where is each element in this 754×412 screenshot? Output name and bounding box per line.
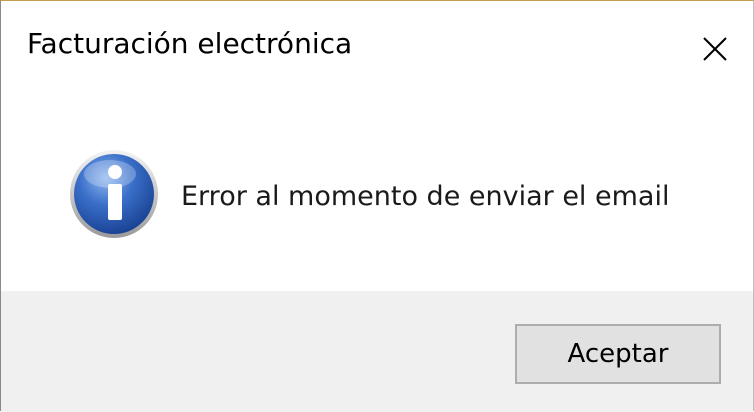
close-icon [703, 37, 727, 61]
title-bar: Facturación electrónica [1, 1, 753, 97]
info-icon [70, 150, 158, 238]
window-title: Facturación electrónica [27, 27, 353, 60]
message-text: Error al momento de enviar el email [181, 181, 670, 212]
accept-button[interactable]: Aceptar [515, 324, 721, 384]
message-dialog: Facturación electrónica Error al momento… [0, 0, 754, 412]
dialog-footer: Aceptar [1, 291, 753, 412]
close-button[interactable] [687, 21, 743, 77]
dialog-content: Error al momento de enviar el email [1, 97, 753, 291]
